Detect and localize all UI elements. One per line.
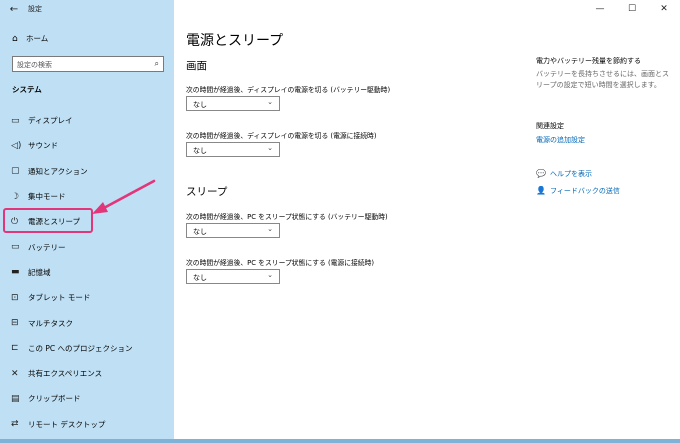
sleep-battery-dropdown[interactable]: なし ⌄	[186, 223, 280, 238]
chevron-down-icon: ⌄	[267, 144, 273, 152]
home-label: ホーム	[26, 34, 49, 43]
sidebar-item-multitask[interactable]: ⊟ マルチタスク	[0, 310, 174, 335]
back-arrow-icon[interactable]: ←	[0, 4, 28, 15]
sidebar-item-tablet[interactable]: ⊡ タブレット モード	[0, 285, 174, 310]
sidebar-item-label: ディスプレイ	[28, 116, 73, 126]
additional-power-settings-link[interactable]: 電源の追加設定	[536, 135, 585, 145]
nav-list: ▭ ディスプレイ ◁) サウンド ▢ 通知とアクション ☽ 集中モード ⏻ 電源…	[0, 108, 174, 437]
sidebar-item-battery[interactable]: ▭ バッテリー	[0, 234, 174, 259]
multitask-icon: ⊟	[11, 318, 19, 329]
sleep-section-heading: スリープ	[186, 186, 228, 198]
dropdown-value: なし	[193, 274, 207, 282]
app-title: 設定	[28, 5, 42, 13]
annotation-arrow-icon	[92, 179, 156, 214]
close-icon[interactable]: ✕	[648, 0, 680, 18]
sidebar-item-shared[interactable]: ✕ 共有エクスペリエンス	[0, 361, 174, 386]
notification-icon: ▢	[11, 166, 20, 177]
help-link-label: ヘルプを表示	[550, 170, 592, 178]
display-icon: ▭	[11, 115, 20, 126]
screen-section-heading: 画面	[186, 60, 207, 72]
window-controls: — ☐ ✕	[584, 0, 680, 18]
sidebar-item-projection[interactable]: ⊏ この PC へのプロジェクション	[0, 336, 174, 361]
sidebar-item-display[interactable]: ▭ ディスプレイ	[0, 108, 174, 133]
projection-icon: ⊏	[11, 343, 19, 354]
feedback-person-icon: 👤	[536, 186, 546, 195]
titlebar: ← 設定	[0, 0, 174, 18]
sidebar-item-label: マルチタスク	[28, 318, 73, 328]
taskbar-edge	[0, 439, 680, 443]
page-title: 電源とスリープ	[186, 33, 284, 49]
sidebar-item-label: 記憶域	[28, 267, 51, 277]
dropdown-value: なし	[193, 228, 207, 236]
sidebar-item-sound[interactable]: ◁) サウンド	[0, 133, 174, 158]
sidebar-item-label: 集中モード	[28, 192, 66, 202]
battery-icon: ▭	[11, 242, 20, 253]
sidebar-item-label: クリップボード	[28, 394, 81, 404]
remote-desktop-icon: ⇄	[11, 419, 19, 430]
sidebar-item-label: タブレット モード	[28, 293, 91, 303]
clipboard-icon: ▤	[11, 393, 20, 404]
help-chat-icon: 💬	[536, 169, 546, 178]
sleep-plugged-label: 次の時間が経過後、PC をスリープ状態にする (電源に接続時)	[186, 259, 375, 267]
search-placeholder: 設定の検索	[17, 61, 52, 69]
help-link[interactable]: 💬 ヘルプを表示	[536, 169, 592, 179]
save-power-description: バッテリーを長持ちさせるには、画面とスリープの設定で短い時間を選択します。	[536, 70, 669, 89]
chevron-down-icon: ⌄	[267, 98, 273, 106]
sound-icon: ◁)	[11, 140, 22, 151]
section-heading: システム	[12, 85, 42, 94]
shared-experience-icon: ✕	[11, 368, 19, 379]
sidebar-item-remote[interactable]: ⇄ リモート デスクトップ	[0, 412, 174, 437]
screen-battery-dropdown[interactable]: なし ⌄	[186, 96, 280, 111]
maximize-icon[interactable]: ☐	[616, 0, 648, 18]
home-link[interactable]: ⌂ ホーム	[12, 33, 48, 44]
sidebar-item-label: 共有エクスペリエンス	[28, 369, 103, 379]
screen-plugged-label: 次の時間が経過後、ディスプレイの電源を切る (電源に接続時)	[186, 132, 377, 140]
sidebar-item-label: リモート デスクトップ	[28, 419, 106, 429]
feedback-link-label: フィードバックの送信	[550, 187, 620, 195]
sleep-battery-label: 次の時間が経過後、PC をスリープ状態にする (バッテリー駆動時)	[186, 213, 388, 221]
chevron-down-icon: ⌄	[267, 271, 273, 279]
sidebar-item-label: サウンド	[28, 141, 58, 151]
storage-icon: ▬	[11, 267, 20, 278]
main-panel: — ☐ ✕ 電源とスリープ 画面 次の時間が経過後、ディスプレイの電源を切る (…	[174, 0, 680, 443]
moon-icon: ☽	[11, 191, 20, 202]
home-icon: ⌂	[12, 33, 18, 44]
highlight-box	[3, 208, 93, 233]
related-settings-heading: 関連設定	[536, 122, 564, 130]
dropdown-value: なし	[193, 101, 207, 109]
screen-battery-label: 次の時間が経過後、ディスプレイの電源を切る (バッテリー駆動時)	[186, 86, 391, 94]
dropdown-value: なし	[193, 147, 207, 155]
search-input[interactable]: 設定の検索 ⌕	[12, 56, 164, 72]
sidebar-item-clipboard[interactable]: ▤ クリップボード	[0, 386, 174, 411]
screen-plugged-dropdown[interactable]: なし ⌄	[186, 142, 280, 157]
feedback-link[interactable]: 👤 フィードバックの送信	[536, 186, 620, 196]
sleep-plugged-dropdown[interactable]: なし ⌄	[186, 269, 280, 284]
sidebar-item-label: この PC へのプロジェクション	[28, 343, 133, 353]
sidebar-item-storage[interactable]: ▬ 記憶域	[0, 260, 174, 285]
sidebar-item-label: 通知とアクション	[28, 166, 88, 176]
chevron-down-icon: ⌄	[267, 225, 273, 233]
minimize-icon[interactable]: —	[584, 0, 616, 18]
sidebar-item-label: バッテリー	[28, 242, 66, 252]
tablet-icon: ⊡	[11, 292, 19, 303]
search-icon[interactable]: ⌕	[155, 59, 159, 69]
save-power-heading: 電力やバッテリー残量を節約する	[536, 57, 641, 65]
